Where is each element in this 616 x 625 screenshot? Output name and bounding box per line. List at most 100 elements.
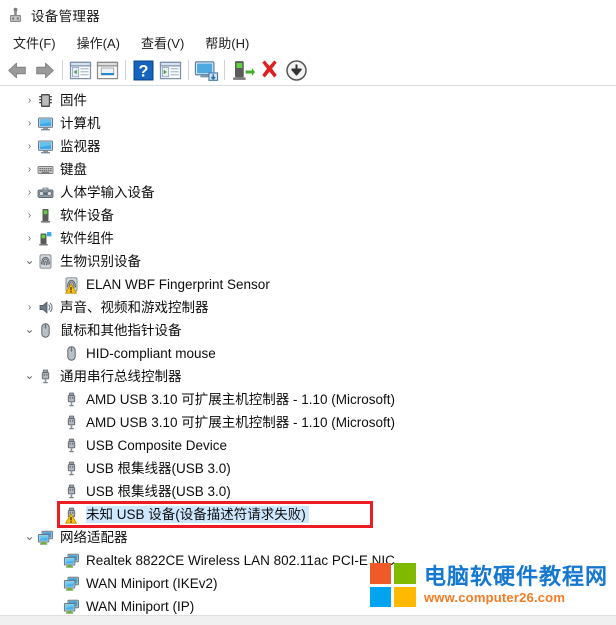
menu-file[interactable]: 文件(F) [9,31,65,54]
tree-row-label: 声音、视频和游戏控制器 [60,300,209,315]
tree-row-label: WAN Miniport (IKEv2) [86,576,218,591]
tree-row[interactable]: › 软件组件 [0,227,616,250]
tree-row[interactable]: 未知 USB 设备(设备描述符请求失败) [0,503,616,526]
usb-icon [63,483,80,500]
monitor-icon [37,138,54,155]
chevron-right-icon[interactable]: › [22,118,37,129]
mouse-icon [63,345,80,362]
tree-row[interactable]: HID-compliant mouse [0,342,616,365]
tree-row-label: 通用串行总线控制器 [60,369,182,384]
tree-row[interactable]: › 计算机 [0,112,616,135]
tree-row[interactable]: › 软件设备 [0,204,616,227]
menu-action[interactable]: 操作(A) [73,31,129,54]
usb-icon [63,460,80,477]
tree-row[interactable]: › 监视器 [0,135,616,158]
back-arrow-icon[interactable] [4,58,31,83]
chevron-down-icon[interactable]: ⌄ [22,323,37,335]
toolbar-separator [62,60,63,80]
help-icon[interactable]: ? [130,58,157,83]
menu-bar: 文件(F) 操作(A) 查看(V) 帮助(H) [0,30,616,55]
network-adapter-icon [63,598,80,615]
chevron-down-icon[interactable]: ⌄ [22,530,37,542]
tree-row[interactable]: ELAN WBF Fingerprint Sensor [0,273,616,296]
tree-row-label: 未知 USB 设备(设备描述符请求失败) [86,506,309,523]
tree-row[interactable]: AMD USB 3.10 可扩展主机控制器 - 1.10 (Microsoft) [0,411,616,434]
tree-row-label: 生物识别设备 [60,254,141,269]
usb-icon [37,368,54,385]
forward-arrow-icon[interactable] [31,58,58,83]
chevron-right-icon[interactable]: › [22,233,37,244]
tree-row-label: Realtek 8822CE Wireless LAN 802.11ac PCI… [86,553,395,568]
tree-row[interactable]: ⌄ 通用串行总线控制器 [0,365,616,388]
mouse-icon [37,322,54,339]
tree-row-label: AMD USB 3.10 可扩展主机控制器 - 1.10 (Microsoft) [86,415,396,430]
tree-row[interactable]: › 固件 [0,89,616,112]
scan-hardware-changes-icon[interactable] [157,58,184,83]
tree-row[interactable]: Realtek 8822CE Wireless LAN 802.11ac PCI… [0,549,616,572]
tree-row-label: 鼠标和其他指针设备 [60,323,182,338]
usb-icon [63,414,80,431]
chevron-right-icon[interactable]: › [22,164,37,175]
biometric-icon [37,253,54,270]
software-component-icon [37,230,54,247]
tree-row[interactable]: USB 根集线器(USB 3.0) [0,480,616,503]
tree-row[interactable]: › 人体学输入设备 [0,181,616,204]
properties-icon[interactable] [94,58,121,83]
device-manager-window: 设备管理器 文件(F) 操作(A) 查看(V) 帮助(H) ? › 固件 › 计… [0,0,616,625]
title-bar: 设备管理器 [0,0,616,30]
hid-icon [37,184,54,201]
tree-row[interactable]: USB Composite Device [0,434,616,457]
tree-row-label: 网络适配器 [60,530,128,545]
device-tree[interactable]: › 固件 › 计算机 › 监视器 › 键盘 › 人体学输入设备 › 软件设备 ›… [0,86,616,615]
tree-row-label: USB 根集线器(USB 3.0) [86,484,231,499]
keyboard-icon [37,161,54,178]
firmware-icon [37,92,54,109]
usb-icon [63,437,80,454]
chevron-right-icon[interactable]: › [22,187,37,198]
chevron-down-icon[interactable]: ⌄ [22,369,37,381]
enable-device-icon[interactable] [229,58,256,83]
tree-row[interactable]: AMD USB 3.10 可扩展主机控制器 - 1.10 (Microsoft) [0,388,616,411]
tree-row[interactable]: ⌄ 网络适配器 [0,526,616,549]
tree-row-label: 软件组件 [60,231,114,246]
tree-row-label: ELAN WBF Fingerprint Sensor [86,277,270,292]
usb-icon [63,506,80,524]
window-title: 设备管理器 [31,9,100,24]
update-driver-icon[interactable] [193,58,220,83]
sound-video-game-icon [37,299,54,316]
tree-row-label: 计算机 [60,116,101,131]
toolbar-separator [224,60,225,80]
menu-view[interactable]: 查看(V) [137,31,193,54]
tree-row[interactable]: › 声音、视频和游戏控制器 [0,296,616,319]
tree-row[interactable]: USB 根集线器(USB 3.0) [0,457,616,480]
device-manager-icon [7,7,24,24]
tree-row-label: 键盘 [60,162,87,177]
show-hide-console-tree-icon[interactable] [67,58,94,83]
usb-icon [63,391,80,408]
tree-row-label: 人体学输入设备 [60,185,155,200]
menu-help[interactable]: 帮助(H) [201,31,258,54]
chevron-right-icon[interactable]: › [22,210,37,221]
chevron-right-icon[interactable]: › [22,302,37,313]
chevron-down-icon[interactable]: ⌄ [22,254,37,266]
computer-icon [37,115,54,132]
disable-device-icon[interactable] [283,58,310,83]
tree-row-label: 固件 [60,93,87,108]
network-adapter-icon [63,552,80,569]
chevron-right-icon[interactable]: › [22,95,37,106]
tree-row-label: 监视器 [60,139,101,154]
toolbar: ? [0,55,616,86]
tree-row[interactable]: › 键盘 [0,158,616,181]
network-adapter-icon [63,575,80,592]
toolbar-separator [125,60,126,80]
chevron-right-icon[interactable]: › [22,141,37,152]
software-device-icon [37,207,54,224]
status-bar [0,615,616,625]
tree-row[interactable]: ⌄ 鼠标和其他指针设备 [0,319,616,342]
tree-row[interactable]: WAN Miniport (IP) [0,595,616,615]
tree-row-label: WAN Miniport (IP) [86,599,195,614]
tree-row[interactable]: WAN Miniport (IKEv2) [0,572,616,595]
fingerprint-sensor-icon [63,276,80,294]
uninstall-device-icon[interactable] [256,58,283,83]
tree-row[interactable]: ⌄ 生物识别设备 [0,250,616,273]
